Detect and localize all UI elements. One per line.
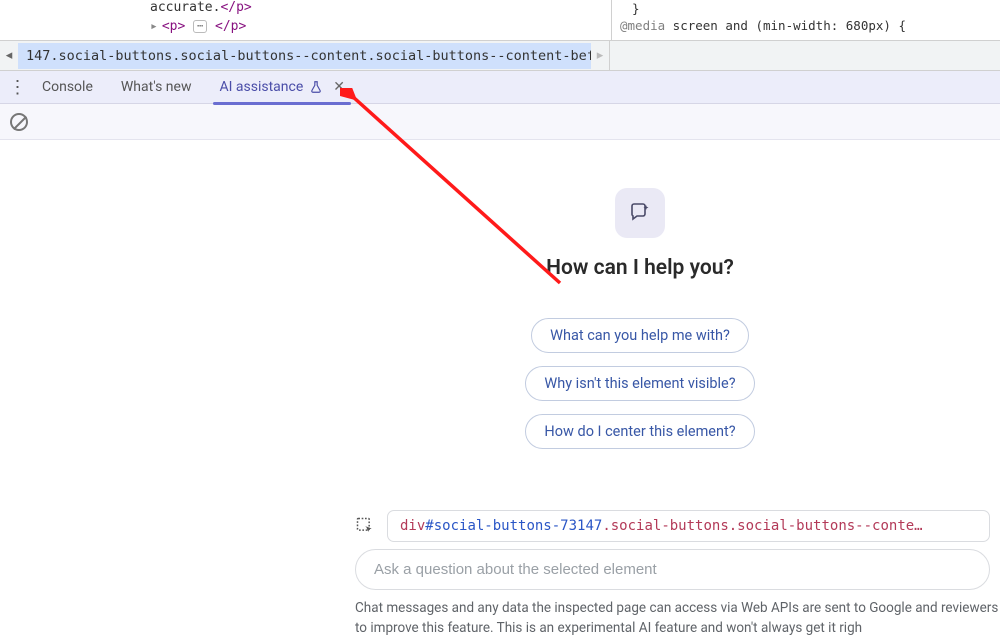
ai-assistance-panel: How can I help you? What can you help me…	[0, 140, 1000, 640]
disclaimer-text: Chat messages and any data the inspected…	[355, 594, 1000, 640]
styles-panel[interactable]: } @media screen and (min-width: 680px) {…	[611, 0, 1000, 40]
context-classes: .social-buttons.social-buttons--conte…	[602, 518, 922, 534]
tab-whats-new[interactable]: What's new	[107, 71, 206, 104]
dom-tag-close: </p>	[215, 19, 246, 34]
chat-sparkle-icon	[628, 201, 652, 225]
tab-ai-assistance[interactable]: AI assistance ✕	[205, 71, 359, 104]
flask-icon	[309, 80, 323, 94]
kebab-menu-icon[interactable]: ⋮	[6, 77, 28, 98]
tab-label: Console	[42, 79, 93, 95]
suggestion-chip[interactable]: Why isn't this element visible?	[525, 366, 754, 401]
elements-pane: accurate.</p> ▸<p> ⋯ </p> } @media scree…	[0, 0, 1000, 41]
dom-text: accurate.	[150, 0, 220, 15]
dom-snippet: accurate.</p> ▸<p> ⋯ </p>	[150, 0, 252, 36]
dom-tag-open: <p>	[162, 19, 185, 34]
suggestion-chip[interactable]: What can you help me with?	[531, 318, 749, 353]
context-element-pill[interactable]: div#social-buttons-73147.social-buttons.…	[387, 510, 990, 542]
close-icon[interactable]: ✕	[333, 79, 345, 95]
tab-label: What's new	[121, 79, 192, 95]
dom-tag-close: </p>	[220, 0, 251, 15]
css-media-rule: @media screen and (min-width: 680px) {	[620, 17, 992, 34]
context-id: #social-buttons-73147	[425, 518, 602, 534]
ask-row	[355, 549, 990, 590]
context-row: div#social-buttons-73147.social-buttons.…	[355, 510, 990, 542]
tab-console[interactable]: Console	[28, 71, 107, 104]
dom-tree-panel[interactable]: accurate.</p> ▸<p> ⋯ </p>	[0, 0, 611, 40]
expand-arrow-icon[interactable]: ▸	[150, 19, 158, 34]
css-brace: }	[620, 0, 992, 17]
ellipsis-icon[interactable]: ⋯	[193, 20, 207, 33]
element-picker-icon[interactable]	[355, 516, 375, 536]
tab-label: AI assistance	[219, 79, 303, 95]
clear-icon[interactable]	[10, 113, 28, 131]
ask-input[interactable]	[355, 549, 990, 590]
new-chat-icon	[615, 188, 665, 238]
hero-title: How can I help you?	[546, 256, 734, 280]
breadcrumb-selected[interactable]: 147.social-buttons.social-buttons--conte…	[18, 43, 591, 69]
breadcrumb-scroll-left[interactable]: ◂	[0, 48, 18, 63]
drawer-tab-bar: ⋮ Console What's new AI assistance ✕	[0, 71, 1000, 104]
context-tag: div	[400, 518, 425, 534]
breadcrumb-bar: ◂ 147.social-buttons.social-buttons--con…	[0, 41, 1000, 71]
ai-assistance-toolbar	[0, 104, 1000, 140]
suggestion-list: What can you help me with? Why isn't thi…	[525, 318, 754, 449]
breadcrumb-scroll-right[interactable]: ▸	[591, 48, 609, 63]
divider	[609, 41, 610, 70]
suggestion-chip[interactable]: How do I center this element?	[525, 414, 754, 449]
hero: How can I help you?	[546, 188, 734, 280]
